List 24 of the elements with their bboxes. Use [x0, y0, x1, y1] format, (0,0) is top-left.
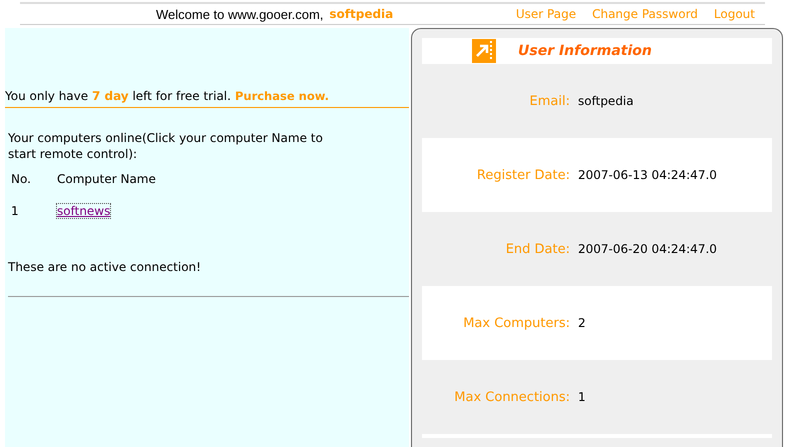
connection-status: These are no active connection! — [8, 260, 409, 297]
field-label: End Date: — [504, 242, 570, 256]
field-value: 2007-06-13 04:24:47.0 — [578, 168, 717, 182]
column-header: No. — [11, 172, 32, 186]
purchase-link[interactable]: Purchase now. — [234, 89, 329, 103]
column-header: Computer Name — [57, 172, 157, 186]
field-value: 2 — [578, 316, 586, 330]
field-label: Max Computers: — [462, 316, 570, 330]
panel-title: User Information — [518, 43, 652, 59]
welcome-text: Welcome to www.gooer.com, — [156, 6, 324, 22]
nav-link[interactable]: Logout — [714, 7, 755, 21]
nav-link[interactable]: Change Password — [592, 7, 698, 21]
field-value: 2007-06-20 04:24:47.0 — [578, 242, 717, 256]
field-label: Register Date: — [476, 168, 570, 182]
trial-message: You only have 7 day left for free trial. — [5, 89, 231, 103]
field-label: Max Connections: — [453, 390, 570, 404]
field-label: Email: — [528, 94, 570, 108]
field-value: softpedia — [578, 94, 634, 108]
username: softpedia — [329, 7, 394, 21]
computer-link[interactable]: softnews — [57, 204, 110, 218]
nav-link[interactable]: User Page — [516, 7, 576, 21]
computers-intro: Your computers online(Click your computer Name to start remote control): — [8, 130, 324, 162]
field-value: 1 — [578, 390, 586, 404]
table-cell-text: 1 — [11, 204, 20, 218]
